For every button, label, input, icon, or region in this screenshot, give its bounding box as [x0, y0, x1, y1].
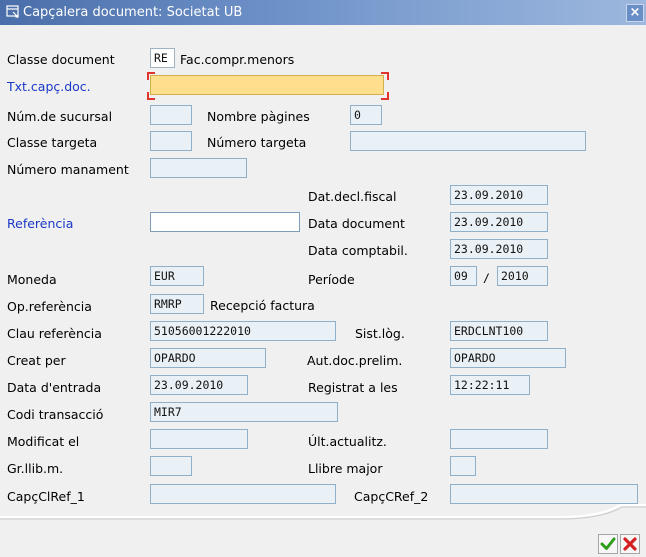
data-comptabil-field[interactable]: 23.09.2010: [450, 239, 548, 259]
gr-llib-m-field[interactable]: [150, 456, 192, 476]
moneda-label: Moneda: [7, 272, 57, 287]
ult-actualitz-field[interactable]: [450, 429, 548, 449]
numero-targeta-label: Número targeta: [207, 135, 307, 150]
data-document-field[interactable]: 23.09.2010: [450, 212, 548, 232]
referencia-input[interactable]: [150, 212, 300, 232]
txt-capc-doc-input[interactable]: [150, 75, 384, 95]
num-sucursal-label: Núm.de sucursal: [7, 109, 113, 124]
classe-targeta-field[interactable]: [150, 131, 192, 151]
capc-cl-ref-1-field[interactable]: [150, 484, 336, 504]
footer-separator: [0, 504, 646, 520]
op-referencia-field[interactable]: RMRP: [150, 294, 204, 314]
llibre-major-field[interactable]: [450, 456, 476, 476]
data-entrada-label: Data d'entrada: [7, 380, 102, 395]
sist-log-field[interactable]: ERDCLNT100: [450, 321, 548, 341]
nombre-pagines-field[interactable]: 0: [350, 105, 382, 125]
moneda-field[interactable]: EUR: [150, 266, 204, 286]
gr-llib-m-label: Gr.llib.m.: [7, 461, 64, 476]
registrat-a-les-field[interactable]: 12:22:11: [450, 375, 530, 395]
registrat-a-les-label: Registrat a les: [308, 380, 398, 395]
required-marker-bottom-left: [147, 92, 155, 100]
dat-decl-fiscal-field[interactable]: 23.09.2010: [450, 185, 548, 205]
capc-c-ref-2-field[interactable]: [450, 484, 638, 504]
llibre-major-label: Llibre major: [308, 461, 383, 476]
clau-referencia-label: Clau referència: [7, 326, 102, 341]
num-sucursal-field[interactable]: [150, 105, 192, 125]
cancel-x-icon: [623, 537, 637, 551]
classe-targeta-label: Classe targeta: [7, 135, 98, 150]
creat-per-field[interactable]: OPARDO: [150, 348, 266, 368]
numero-targeta-field[interactable]: [350, 131, 586, 151]
data-comptabil-label: Data comptabil.: [308, 243, 408, 258]
ult-actualitz-label: Últ.actualitz.: [308, 434, 387, 449]
aut-doc-prelim-field[interactable]: OPARDO: [450, 348, 566, 368]
modificat-el-label: Modificat el: [7, 434, 80, 449]
classe-document-description: Fac.compr.menors: [180, 52, 295, 67]
sist-log-label: Sist.lòg.: [355, 326, 405, 341]
required-marker-top-left: [147, 72, 155, 80]
numero-manament-label: Número manament: [7, 162, 129, 177]
periode-month-field[interactable]: 09: [450, 266, 477, 286]
op-referencia-label: Op.referència: [7, 299, 92, 314]
op-referencia-description: Recepció factura: [210, 298, 315, 313]
periode-label: Període: [308, 272, 355, 287]
modificat-el-field[interactable]: [150, 429, 248, 449]
document-header-icon: [6, 5, 19, 18]
close-icon[interactable]: ×: [626, 4, 644, 22]
aut-doc-prelim-label: Aut.doc.prelim.: [307, 353, 403, 368]
data-entrada-field[interactable]: 23.09.2010: [150, 375, 248, 395]
window-title: Capçalera document: Societat UB: [23, 5, 243, 20]
dat-decl-fiscal-label: Dat.decl.fiscal: [308, 189, 397, 204]
title-bar: Capçalera document: Societat UB ×: [0, 0, 646, 25]
periode-year-field[interactable]: 2010: [497, 266, 548, 286]
clau-referencia-field[interactable]: 51056001222010: [150, 321, 336, 341]
nombre-pagines-label: Nombre pàgines: [207, 109, 310, 124]
confirm-button[interactable]: [598, 534, 618, 554]
numero-manament-field[interactable]: [150, 158, 247, 178]
periode-separator: /: [483, 271, 490, 285]
creat-per-label: Creat per: [7, 353, 66, 368]
checkmark-icon: [600, 537, 616, 550]
dialog-window: Capçalera document: Societat UB × Classe…: [0, 0, 646, 557]
txt-capc-doc-label[interactable]: Txt.capç.doc.: [7, 79, 91, 95]
required-marker-bottom-right: [381, 92, 389, 100]
classe-document-label: Classe document: [7, 52, 115, 67]
data-document-label: Data document: [308, 216, 405, 231]
codi-transaccio-field[interactable]: MIR7: [150, 402, 338, 422]
required-marker-top-right: [381, 72, 389, 80]
referencia-label[interactable]: Referència: [7, 216, 73, 232]
cancel-button[interactable]: [620, 534, 640, 554]
codi-transaccio-label: Codi transacció: [7, 407, 104, 422]
classe-document-field[interactable]: RE: [150, 48, 175, 68]
